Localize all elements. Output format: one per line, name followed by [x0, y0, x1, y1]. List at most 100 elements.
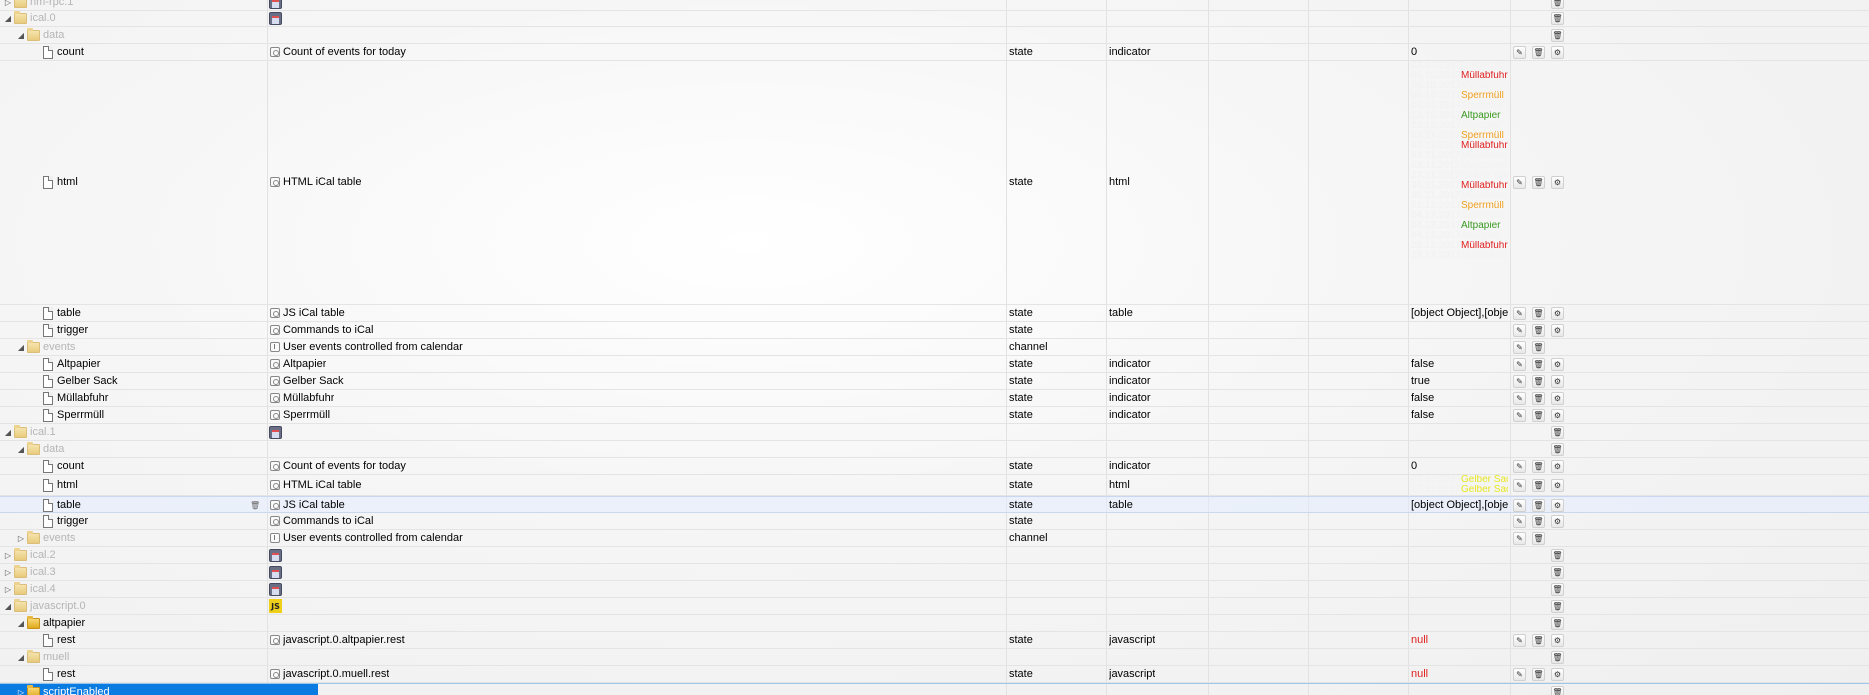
- delete-button[interactable]: 🗑: [1532, 307, 1545, 320]
- tree-row-javascript-0[interactable]: ◢ javascript.0 JS 🗑: [0, 598, 1869, 615]
- expanded-arrow-icon[interactable]: ◢: [16, 615, 26, 632]
- edit-button[interactable]: ✎: [1513, 409, 1526, 422]
- edit-button[interactable]: ✎: [1513, 634, 1526, 647]
- delete-button[interactable]: 🗑: [1551, 583, 1564, 596]
- delete-button[interactable]: 🗑: [1532, 499, 1545, 512]
- value-cell[interactable]: false: [1411, 407, 1434, 424]
- value-cell[interactable]: [object Object],[object O: [1411, 497, 1508, 514]
- tree-row-altpapier-folder[interactable]: ◢ altpapier 🗑: [0, 615, 1869, 632]
- delete-button[interactable]: 🗑: [1532, 341, 1545, 354]
- delete-button[interactable]: 🗑: [1551, 686, 1564, 695]
- settings-button[interactable]: ⚙: [1551, 46, 1564, 59]
- tree-row-html[interactable]: html HTML iCal table state html 02.10.20…: [0, 475, 1869, 496]
- settings-button[interactable]: ⚙: [1551, 176, 1564, 189]
- tree-row-gelber-sack[interactable]: Gelber Sack Gelber Sack state indicator …: [0, 373, 1869, 390]
- tree-row-muell[interactable]: ◢ muell 🗑: [0, 649, 1869, 666]
- delete-button[interactable]: 🗑: [1532, 375, 1545, 388]
- settings-button[interactable]: ⚙: [1551, 307, 1564, 320]
- delete-button[interactable]: 🗑: [1551, 566, 1564, 579]
- tree-row-trigger[interactable]: trigger Commands to iCal state ✎ 🗑 ⚙: [0, 322, 1869, 339]
- delete-button[interactable]: 🗑: [1551, 29, 1564, 42]
- delete-button[interactable]: 🗑: [1532, 668, 1545, 681]
- expanded-arrow-icon[interactable]: ◢: [16, 339, 26, 356]
- tree-row-ical-3[interactable]: ▷ ical.3 🗑: [0, 564, 1869, 581]
- tree-row-rest[interactable]: rest javascript.0.muell.rest state javas…: [0, 666, 1869, 683]
- tree-row-ical-2[interactable]: ▷ ical.2 🗑: [0, 547, 1869, 564]
- collapsed-arrow-icon[interactable]: ▷: [3, 547, 13, 564]
- delete-button[interactable]: 🗑: [1551, 600, 1564, 613]
- delete-button[interactable]: 🗑: [1551, 426, 1564, 439]
- edit-button[interactable]: ✎: [1513, 176, 1526, 189]
- expanded-arrow-icon[interactable]: ◢: [3, 424, 13, 441]
- delete-button[interactable]: 🗑: [1532, 409, 1545, 422]
- tree-row-html[interactable]: html HTML iCal table state html 02.10.20…: [0, 61, 1869, 305]
- settings-button[interactable]: ⚙: [1551, 668, 1564, 681]
- tree-row-altpapier[interactable]: Altpapier Altpapier state indicator fals…: [0, 356, 1869, 373]
- settings-button[interactable]: ⚙: [1551, 515, 1564, 528]
- settings-button[interactable]: ⚙: [1551, 375, 1564, 388]
- settings-button[interactable]: ⚙: [1551, 409, 1564, 422]
- expanded-arrow-icon[interactable]: ◢: [16, 649, 26, 666]
- expanded-arrow-icon[interactable]: ◢: [16, 441, 26, 458]
- tree-row-scriptenabled[interactable]: ▷ scriptEnabled 🗑: [0, 683, 1869, 695]
- expanded-arrow-icon[interactable]: ◢: [16, 27, 26, 44]
- edit-button[interactable]: ✎: [1513, 499, 1526, 512]
- delete-button[interactable]: 🗑: [1532, 460, 1545, 473]
- expanded-arrow-icon[interactable]: ◢: [3, 598, 13, 615]
- value-cell[interactable]: 0: [1411, 458, 1417, 475]
- value-cell[interactable]: 0: [1411, 44, 1417, 61]
- tree-row-table[interactable]: table 🗑 JS iCal table state table [objec…: [0, 496, 1869, 513]
- tree-row-rest[interactable]: rest javascript.0.altpapier.rest state j…: [0, 632, 1869, 649]
- delete-button[interactable]: 🗑: [1532, 46, 1545, 59]
- tree-row-sperrmuell[interactable]: Sperrmüll Sperrmüll state indicator fals…: [0, 407, 1869, 424]
- expanded-arrow-icon[interactable]: ◢: [3, 10, 13, 27]
- delete-icon[interactable]: 🗑: [250, 500, 260, 511]
- tree-row-table[interactable]: table JS iCal table state table [object …: [0, 305, 1869, 322]
- tree-row-data[interactable]: ◢ data 🗑: [0, 441, 1869, 458]
- delete-button[interactable]: 🗑: [1532, 532, 1545, 545]
- value-cell[interactable]: true: [1411, 373, 1430, 390]
- delete-button[interactable]: 🗑: [1532, 176, 1545, 189]
- value-cell[interactable]: null: [1411, 632, 1428, 649]
- settings-button[interactable]: ⚙: [1551, 634, 1564, 647]
- delete-button[interactable]: 🗑: [1532, 358, 1545, 371]
- edit-button[interactable]: ✎: [1513, 515, 1526, 528]
- settings-button[interactable]: ⚙: [1551, 392, 1564, 405]
- edit-button[interactable]: ✎: [1513, 341, 1526, 354]
- delete-button[interactable]: 🗑: [1532, 392, 1545, 405]
- tree-row-count[interactable]: count Count of events for today state in…: [0, 44, 1869, 61]
- collapsed-arrow-icon[interactable]: ▷: [16, 684, 26, 695]
- tree-row-count[interactable]: count Count of events for today state in…: [0, 458, 1869, 475]
- delete-button[interactable]: 🗑: [1551, 443, 1564, 456]
- settings-button[interactable]: ⚙: [1551, 499, 1564, 512]
- tree-row-data[interactable]: ◢ data 🗑: [0, 27, 1869, 44]
- tree-row-ical-4[interactable]: ▷ ical.4 🗑: [0, 581, 1869, 598]
- edit-button[interactable]: ✎: [1513, 479, 1526, 492]
- edit-button[interactable]: ✎: [1513, 460, 1526, 473]
- delete-button[interactable]: 🗑: [1551, 549, 1564, 562]
- collapsed-arrow-icon[interactable]: ▷: [3, 564, 13, 581]
- settings-button[interactable]: ⚙: [1551, 358, 1564, 371]
- delete-button[interactable]: 🗑: [1551, 0, 1564, 9]
- delete-button[interactable]: 🗑: [1551, 617, 1564, 630]
- value-cell[interactable]: false: [1411, 390, 1434, 407]
- collapsed-arrow-icon[interactable]: ▷: [16, 530, 26, 547]
- edit-button[interactable]: ✎: [1513, 668, 1526, 681]
- delete-button[interactable]: 🗑: [1532, 324, 1545, 337]
- settings-button[interactable]: ⚙: [1551, 460, 1564, 473]
- edit-button[interactable]: ✎: [1513, 307, 1526, 320]
- delete-button[interactable]: 🗑: [1551, 651, 1564, 664]
- value-cell[interactable]: [object Object],[object O: [1411, 305, 1508, 322]
- settings-button[interactable]: ⚙: [1551, 479, 1564, 492]
- edit-button[interactable]: ✎: [1513, 375, 1526, 388]
- tree-row-ical-0[interactable]: ◢ ical.0 🗑: [0, 10, 1869, 27]
- edit-button[interactable]: ✎: [1513, 358, 1526, 371]
- tree-row-muellabfuhr[interactable]: Müllabfuhr Müllabfuhr state indicator fa…: [0, 390, 1869, 407]
- edit-button[interactable]: ✎: [1513, 532, 1526, 545]
- tree-row-trigger[interactable]: trigger Commands to iCal state ✎ 🗑 ⚙: [0, 513, 1869, 530]
- value-cell[interactable]: false: [1411, 356, 1434, 373]
- delete-button[interactable]: 🗑: [1532, 634, 1545, 647]
- edit-button[interactable]: ✎: [1513, 324, 1526, 337]
- settings-button[interactable]: ⚙: [1551, 324, 1564, 337]
- edit-button[interactable]: ✎: [1513, 46, 1526, 59]
